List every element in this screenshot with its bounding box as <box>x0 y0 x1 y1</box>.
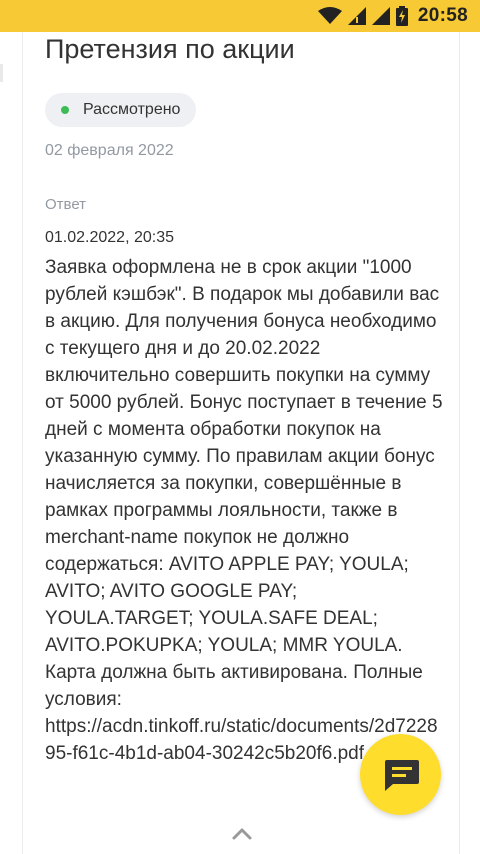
chat-icon <box>384 759 419 791</box>
status-label: Рассмотрено <box>83 101 181 118</box>
signal-icon <box>371 7 390 25</box>
chevron-up-icon[interactable] <box>230 824 254 842</box>
signal-icon <box>347 7 366 25</box>
clock: 20:58 <box>417 5 468 26</box>
wifi-icon <box>317 7 342 24</box>
answer-section-label: Ответ <box>45 196 87 213</box>
chat-button[interactable] <box>360 734 441 815</box>
side-tab <box>0 64 3 82</box>
status-bar: 20:58 <box>0 0 480 32</box>
claim-date: 02 февраля 2022 <box>45 142 174 159</box>
status-icons: 20:58 <box>317 4 468 28</box>
status-badge: Рассмотрено <box>45 93 197 127</box>
status-dot <box>61 106 69 114</box>
answer-text[interactable]: Заявка оформлена не в срок акции "1000 р… <box>45 254 445 767</box>
battery-charging-icon <box>395 6 408 26</box>
answer-datetime: 01.02.2022, 20:35 <box>45 229 175 246</box>
page-title: Претензия по акции <box>45 34 295 64</box>
